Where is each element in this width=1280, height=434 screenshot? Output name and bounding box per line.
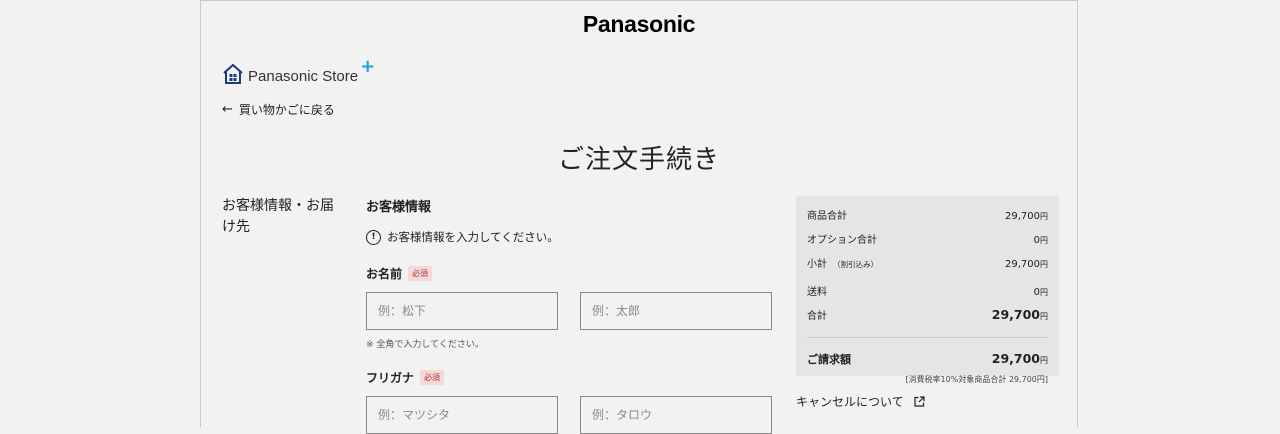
product-total-value: 29,700 xyxy=(1005,211,1040,222)
last-name-input[interactable] xyxy=(366,292,558,330)
subtotal-value: 29,700 xyxy=(1005,259,1040,270)
shipping-row: 送料 0円 xyxy=(807,283,1048,298)
customer-info-form: お客様情報 ! お客様情報を入力してください。 お名前 必須 ※ 全角で入力して… xyxy=(366,196,786,434)
required-badge: 必須 xyxy=(408,266,433,281)
house-icon xyxy=(223,63,243,84)
first-name-kana-input[interactable] xyxy=(580,396,772,434)
billing-label: ご請求額 xyxy=(807,353,851,366)
name-field-label: お名前 必須 xyxy=(366,265,786,282)
total-value: 29,700 xyxy=(991,307,1040,322)
panasonic-logo[interactable]: Panasonic xyxy=(201,11,1077,38)
currency-unit: 円 xyxy=(1040,288,1048,297)
name-hint: ※ 全角で入力してください。 xyxy=(366,340,484,350)
cancel-policy-label: キャンセルについて xyxy=(796,395,904,409)
name-inputs xyxy=(366,292,786,330)
product-total-row: 商品合計 29,700円 xyxy=(807,207,1048,222)
subtotal-label: 小計 xyxy=(807,259,827,270)
currency-unit: 円 xyxy=(1040,260,1048,269)
notice-text: お客様情報を入力してください。 xyxy=(387,230,559,244)
customer-info-heading: お客様情報 xyxy=(366,200,432,215)
required-badge: 必須 xyxy=(420,370,445,385)
back-to-cart-label: 買い物かごに戻る xyxy=(238,103,335,117)
total-label: 合計 xyxy=(807,311,827,322)
option-total-row: オプション合計 0円 xyxy=(807,231,1048,246)
currency-unit: 円 xyxy=(1040,236,1048,245)
notice: ! お客様情報を入力してください。 xyxy=(366,229,786,245)
product-total-label: 商品合計 xyxy=(807,211,847,222)
page-container: Panasonic Panasonic Store + ← 買い物かごに戻る ご… xyxy=(200,0,1078,434)
currency-unit: 円 xyxy=(1040,212,1048,221)
currency-unit: 円 xyxy=(1040,356,1048,365)
kana-inputs xyxy=(366,396,786,434)
page-title: ご注文手続き xyxy=(557,145,720,175)
store-name: Panasonic Store xyxy=(248,67,359,85)
kana-field-label: フリガナ 必須 xyxy=(366,369,786,386)
store-logo[interactable]: Panasonic Store + xyxy=(222,56,375,85)
arrow-left-icon: ← xyxy=(222,102,233,117)
last-name-kana-input[interactable] xyxy=(366,396,558,434)
shipping-label: 送料 xyxy=(807,287,827,298)
back-to-cart-link[interactable]: ← 買い物かごに戻る xyxy=(222,101,335,118)
currency-unit: 円 xyxy=(1040,312,1048,321)
total-row: 合計 29,700円 xyxy=(807,307,1048,322)
subtotal-row: 小計 （割引込み） 29,700円 xyxy=(807,255,1048,270)
order-summary: 商品合計 29,700円 オプション合計 0円 小計 （割引込み） 29,700円… xyxy=(796,196,1059,384)
billing-row: ご請求額 29,700円 xyxy=(807,351,1048,367)
name-label: お名前 xyxy=(366,267,403,281)
cancel-policy-link[interactable]: キャンセルについて xyxy=(796,393,925,410)
external-link-icon xyxy=(914,396,925,407)
tax-note: [消費税率10%対象商品合計 29,700円] xyxy=(905,375,1048,384)
option-total-label: オプション合計 xyxy=(807,235,877,246)
info-icon: ! xyxy=(366,229,381,245)
store-plus-mark: + xyxy=(360,55,376,77)
first-name-input[interactable] xyxy=(580,292,772,330)
summary-divider xyxy=(807,337,1048,338)
kana-label: フリガナ xyxy=(366,371,415,385)
billing-value: 29,700 xyxy=(991,351,1040,366)
subtotal-note: （割引込み） xyxy=(833,260,878,269)
section-label: お客様情報・お届け先 xyxy=(222,198,334,235)
